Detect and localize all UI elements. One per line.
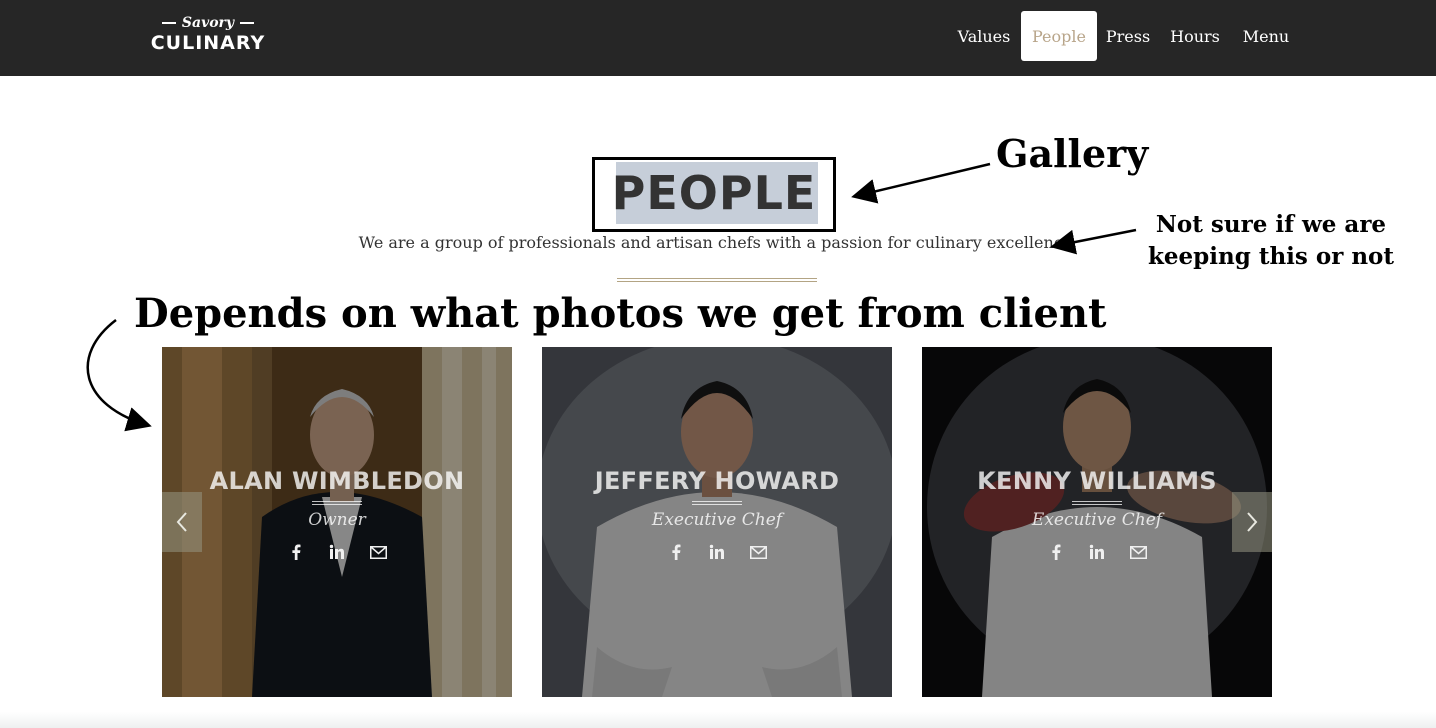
annotation-not-sure-line1: Not sure if we are [1155,211,1387,238]
site-header: Savory CULINARY Values People Press Hour… [0,0,1436,76]
social-links [287,543,387,561]
annotation-not-sure: Not sure if we are keeping this or not [1144,209,1398,273]
slider-next-button[interactable] [1232,492,1272,552]
person-role: Executive Chef [651,510,783,530]
nav-hours[interactable]: Hours [1162,11,1228,61]
divider-line [617,281,817,282]
linkedin-icon[interactable] [1088,543,1106,561]
arrow-to-title [851,162,991,204]
section-title: PEOPLE [611,166,817,220]
nav-press[interactable]: Press [1100,11,1156,61]
mail-icon[interactable] [369,543,387,561]
person-name: ALAN WIMBLEDON [209,467,465,495]
chevron-right-icon [1247,512,1258,532]
nav-menu[interactable]: Menu [1236,11,1296,61]
person-role: Owner [308,510,366,530]
linkedin-icon[interactable] [708,543,726,561]
annotation-not-sure-line2: keeping this or not [1147,243,1395,270]
facebook-icon[interactable] [667,543,685,561]
social-links [1047,543,1147,561]
chevron-left-icon [176,512,187,532]
logo-script-text: Savory [181,15,235,31]
nav-people[interactable]: People [1021,11,1097,61]
divider-line [617,278,817,279]
linkedin-icon[interactable] [328,543,346,561]
logo[interactable]: Savory CULINARY [146,14,270,58]
annotation-gallery: Gallery [996,131,1149,176]
page-bottom-edge [0,712,1436,728]
person-card[interactable]: ALAN WIMBLEDON Owner [162,347,512,697]
mail-icon[interactable] [749,543,767,561]
logo-wordmark: CULINARY [150,32,266,54]
person-role: Executive Chef [1031,510,1163,530]
person-name: JEFFERY HOWARD [594,467,840,495]
person-name: KENNY WILLIAMS [977,467,1217,495]
slider-prev-button[interactable] [162,492,202,552]
social-links [667,543,767,561]
person-card[interactable]: KENNY WILLIAMS Executive Chef [922,347,1272,697]
person-card[interactable]: JEFFERY HOWARD Executive Chef [542,347,892,697]
facebook-icon[interactable] [1047,543,1065,561]
section-subtitle: We are a group of professionals and arti… [358,233,1078,252]
nav-values[interactable]: Values [950,11,1018,61]
facebook-icon[interactable] [287,543,305,561]
annotation-depends: Depends on what photos we get from clien… [134,290,1107,337]
mail-icon[interactable] [1129,543,1147,561]
